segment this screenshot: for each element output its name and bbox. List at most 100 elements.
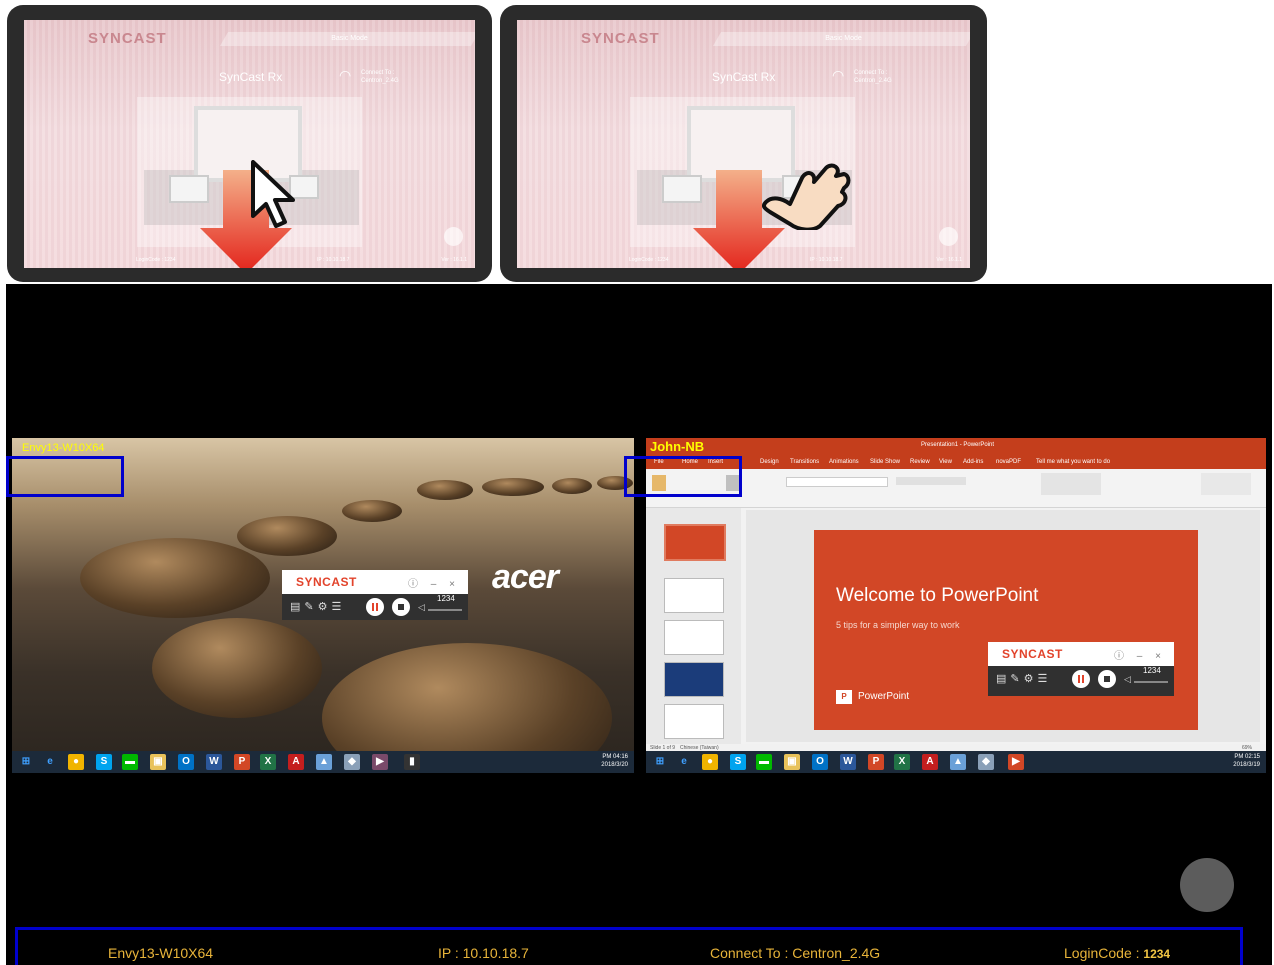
slide-thumbnail[interactable] [664,704,724,739]
slide[interactable]: Welcome to PowerPoint 5 tips for a simpl… [814,530,1198,730]
app-icon[interactable]: ▲ [316,754,332,770]
tab-add-ins[interactable]: Add-ins [963,459,983,465]
widget-header: SYNCAST ⓘ – × [988,642,1174,666]
powerpoint-brand: P PowerPoint [836,690,909,704]
app-icon[interactable]: ◆ [344,754,360,770]
widget-tool-icons[interactable]: ▤✎⚙☰ [290,600,345,613]
connect-info: Connect To : Centron_2.4G [361,70,399,84]
mouse-cursor-icon [251,160,295,228]
connect-info: Connect To : Centron_2.4G [854,70,892,84]
syncast-logo: SYNCAST [581,30,660,47]
pause-button[interactable] [366,598,384,616]
stone [552,478,592,494]
ppt-titlebar: John-NB Presentation1 - PowerPoint [646,438,1266,456]
ip-address: IP : 10.10.18.7 [810,257,843,263]
connect-network: Connect To : Centron_2.4G [710,945,881,961]
touch-hand-icon [762,163,851,230]
mode-banner: Basic Mode [712,32,970,46]
tab-slide-show[interactable]: Slide Show [870,459,900,465]
excel-icon[interactable]: X [894,754,910,770]
windows-taskbar: ⊞ e ● S ▬ ▣ O W P X A ▲ ◆ ▶ ▮ PM 04:16 20… [12,751,634,773]
windows-taskbar: ⊞ e ● S ▬ ▣ O W P X A ▲ ◆ ▶ PM 02:15 2018… [646,751,1266,773]
menu-fab[interactable] [444,227,463,246]
ie-icon[interactable]: e [676,754,692,770]
wifi-icon: ◠ [339,67,352,83]
tell-me-search[interactable]: Tell me what you want to do [1036,459,1110,465]
editing-group [1201,473,1251,495]
syncast-taskbar-icon[interactable]: ▶ [1008,754,1024,770]
stop-button[interactable] [1098,670,1116,688]
mode-label: Basic Mode [825,35,862,42]
taskbar-clock: PM 04:16 2018/3/20 [601,754,628,768]
start-icon[interactable]: ⊞ [652,754,668,770]
tab-view[interactable]: View [939,459,952,465]
outlook-icon[interactable]: O [178,754,194,770]
tab-design[interactable]: Design [760,459,779,465]
chrome-icon[interactable]: ● [68,754,84,770]
outlook-icon[interactable]: O [812,754,828,770]
tab-novapdf[interactable]: novaPDF [996,459,1021,465]
widget-brand: SYNCAST [1002,647,1063,661]
source-label: John-NB [650,439,705,454]
acrobat-icon[interactable]: A [288,754,304,770]
video-icon[interactable]: ▶ [372,754,388,770]
app-icon[interactable]: ▲ [950,754,966,770]
stone [342,500,402,522]
wifi-icon: ◠ [832,67,845,83]
receiver-info-bar: Envy13-W10X64 IP : 10.10.18.7 Connect To… [15,927,1243,965]
volume-slider[interactable] [1134,681,1168,683]
mode-banner: Basic Mode [219,32,475,46]
floating-menu-button[interactable] [1180,858,1234,912]
ip-address: IP : 10.10.18.7 [317,257,350,263]
tablet-preview-touch: SYNCAST Basic Mode SynCast Rx ◠ Connect … [500,5,987,282]
receiver-title: SynCast Rx [219,70,283,84]
skype-icon[interactable]: S [730,754,746,770]
widget-window-controls[interactable]: ⓘ – × [408,575,460,590]
volume-icon[interactable]: ◁ [418,602,425,613]
pause-button[interactable] [1072,670,1090,688]
taskbar-clock: PM 02:15 2018/3/19 [1233,754,1260,768]
word-icon[interactable]: W [840,754,856,770]
powerpoint-icon[interactable]: P [234,754,250,770]
tab-animations[interactable]: Animations [829,459,859,465]
tab-review[interactable]: Review [910,459,930,465]
line-icon[interactable]: ▬ [756,754,772,770]
shapes-gallery[interactable] [1041,473,1101,495]
folder-icon[interactable]: ▣ [784,754,800,770]
widget-tool-icons[interactable]: ▤✎⚙☰ [996,672,1051,685]
version: Ver : 16.1.1 [441,257,467,263]
acer-logo: acer [492,558,559,596]
skype-icon[interactable]: S [96,754,112,770]
document-title: Presentation1 - PowerPoint [921,442,995,448]
slide-thumbnail[interactable] [664,662,724,697]
slide-thumbnail[interactable] [664,620,724,655]
stone [237,516,337,556]
start-icon[interactable]: ⊞ [18,754,34,770]
volume-icon[interactable]: ◁ [1124,674,1131,685]
slide-thumbnail[interactable] [664,524,726,561]
acrobat-icon[interactable]: A [922,754,938,770]
excel-icon[interactable]: X [260,754,276,770]
login-code: LoginCode : 1234 [136,257,176,263]
powerpoint-icon[interactable]: P [868,754,884,770]
chrome-icon[interactable]: ● [702,754,718,770]
menu-fab[interactable] [939,227,958,246]
tablet-screen: SYNCAST Basic Mode SynCast Rx ◠ Connect … [24,20,475,268]
highlight-box-left [6,456,124,497]
stop-button[interactable] [392,598,410,616]
folder-icon[interactable]: ▣ [150,754,166,770]
line-icon[interactable]: ▬ [122,754,138,770]
slide-thumbnail[interactable] [664,578,724,613]
word-icon[interactable]: W [206,754,222,770]
tab-transitions[interactable]: Transitions [790,459,819,465]
ie-icon[interactable]: e [42,754,58,770]
cmd-icon[interactable]: ▮ [404,754,420,770]
powerpoint-logo-icon: P [836,690,852,704]
stone [417,480,473,500]
volume-slider[interactable] [428,609,462,611]
app-icon[interactable]: ◆ [978,754,994,770]
font-select[interactable] [786,477,888,487]
tablet-screen: SYNCAST Basic Mode SynCast Rx ◠ Connect … [517,20,970,268]
syncast-logo: SYNCAST [88,30,167,47]
widget-window-controls[interactable]: ⓘ – × [1114,647,1166,662]
